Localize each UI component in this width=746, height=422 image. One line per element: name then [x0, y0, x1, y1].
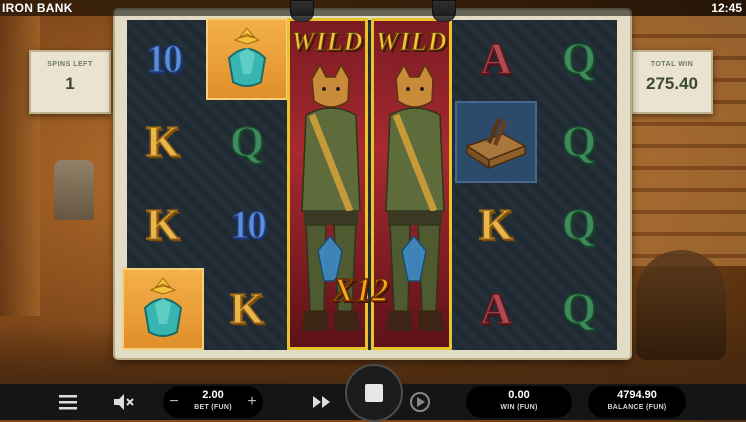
total-win-value: 275.40	[646, 74, 698, 93]
symbol-ten-label: 10	[229, 202, 268, 247]
symbol-queen: Q	[538, 184, 620, 266]
top-bar: IRON BANK 12:45	[0, 0, 746, 16]
menu-icon[interactable]	[56, 390, 80, 414]
background-statue	[54, 160, 94, 220]
plus-icon: +	[247, 393, 257, 410]
symbol-queen-label: Q	[561, 284, 597, 333]
bet-display: 2.00 BET (FUN)	[185, 386, 241, 418]
multiplier-label: X12	[331, 271, 389, 310]
gem-icon	[143, 277, 183, 337]
symbol-king: K	[122, 101, 204, 183]
symbol-ten-label: 10	[145, 36, 184, 81]
symbol-queen-label: Q	[561, 34, 597, 83]
symbol-queen-label: Q	[561, 200, 597, 249]
symbol-king: K	[206, 268, 288, 350]
balance-value: 4794.90	[617, 389, 657, 401]
total-win-panel: TOTAL WIN 275.40	[631, 50, 713, 114]
spins-left-label: SPINS LEFT	[47, 61, 93, 68]
symbol-queen: Q	[538, 101, 620, 183]
symbol-king-label: K	[145, 117, 181, 166]
bet-label: BET (FUN)	[194, 404, 232, 411]
bet-value: 2.00	[202, 389, 224, 401]
symbol-ace: A	[455, 18, 537, 100]
sound-muted-icon[interactable]	[112, 390, 136, 414]
balance-label: BALANCE (FUN)	[607, 404, 667, 411]
symbol-queen-label: Q	[561, 117, 597, 166]
symbol-queen: Q	[538, 18, 620, 100]
symbol-king: K	[455, 184, 537, 266]
symbol-ten: 10	[206, 184, 288, 266]
autoplay-icon[interactable]	[408, 390, 432, 414]
symbol-queen-label: Q	[229, 117, 265, 166]
win-label: WIN (FUN)	[500, 404, 538, 411]
symbol-king-label: K	[478, 200, 514, 249]
symbol-ace-label: A	[479, 284, 512, 333]
spins-left-panel: SPINS LEFT 1	[29, 50, 111, 114]
symbol-gem-icon	[206, 18, 288, 100]
spin-stop-button[interactable]	[345, 364, 403, 422]
total-win-label: TOTAL WIN	[650, 61, 694, 68]
balance-display: 4794.90 BALANCE (FUN)	[588, 386, 686, 418]
symbol-king-label: K	[145, 200, 181, 249]
cigar-box-icon	[465, 118, 527, 170]
fast-forward-icon[interactable]	[310, 390, 334, 414]
gem-icon	[227, 27, 267, 87]
win-display: 0.00 WIN (FUN)	[466, 386, 572, 418]
symbol-gem-icon	[122, 268, 204, 350]
game-title: IRON BANK	[2, 1, 73, 15]
symbol-cigar-box-icon	[455, 101, 537, 183]
symbol-ten: 10	[122, 18, 204, 100]
wild-label: WILD	[291, 27, 364, 57]
bet-decrease-button[interactable]: −	[163, 388, 185, 416]
symbol-king-label: K	[229, 284, 265, 333]
wild-label: WILD	[375, 27, 448, 57]
background-figure	[636, 250, 726, 360]
win-value: 0.00	[508, 389, 530, 401]
symbol-queen: Q	[206, 101, 288, 183]
stop-icon	[365, 384, 383, 402]
minus-icon: −	[169, 393, 179, 410]
wild-character-icon	[385, 63, 445, 331]
symbol-ace-label: A	[479, 34, 512, 83]
symbol-queen: Q	[538, 268, 620, 350]
clock: 12:45	[711, 1, 742, 15]
symbol-ace: A	[455, 268, 537, 350]
symbol-king: K	[122, 184, 204, 266]
bet-increase-button[interactable]: +	[241, 388, 263, 416]
spins-left-value: 1	[65, 74, 75, 93]
